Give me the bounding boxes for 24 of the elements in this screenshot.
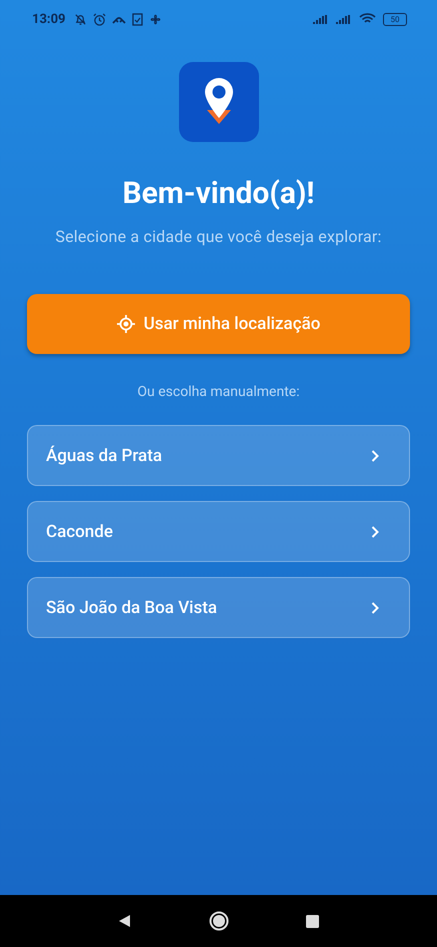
fan-icon [148, 12, 162, 26]
chevron-right-icon [371, 602, 379, 614]
bell-off-icon [74, 12, 86, 26]
alarm-icon [92, 12, 106, 26]
recents-icon[interactable] [306, 914, 319, 928]
location-target-icon [116, 315, 135, 333]
app-logo-icon [178, 62, 258, 142]
signal-icon [313, 14, 329, 24]
chevron-right-icon [371, 450, 379, 462]
subtitle-text: Selecione a cidade que você deseja explorar: [55, 227, 382, 246]
location-button[interactable]: Usar minha localização [27, 294, 410, 354]
signal-icon [336, 14, 352, 24]
manual-choice-label: Ou escolha manualmente: [137, 384, 300, 400]
city-item[interactable]: Caconde [27, 501, 410, 562]
back-icon[interactable] [118, 914, 132, 928]
city-item[interactable]: São João da Boa Vista [27, 577, 410, 638]
phone-check-icon [132, 12, 142, 26]
status-time: 13:09 [32, 12, 66, 26]
chevron-right-icon [371, 526, 379, 538]
welcome-title: Bem-vindo(a)! [122, 176, 315, 212]
city-item[interactable]: Águas da Prata [27, 425, 410, 486]
home-icon[interactable] [208, 911, 229, 931]
battery-icon: 50 [383, 12, 407, 26]
wifi-icon [359, 13, 376, 25]
